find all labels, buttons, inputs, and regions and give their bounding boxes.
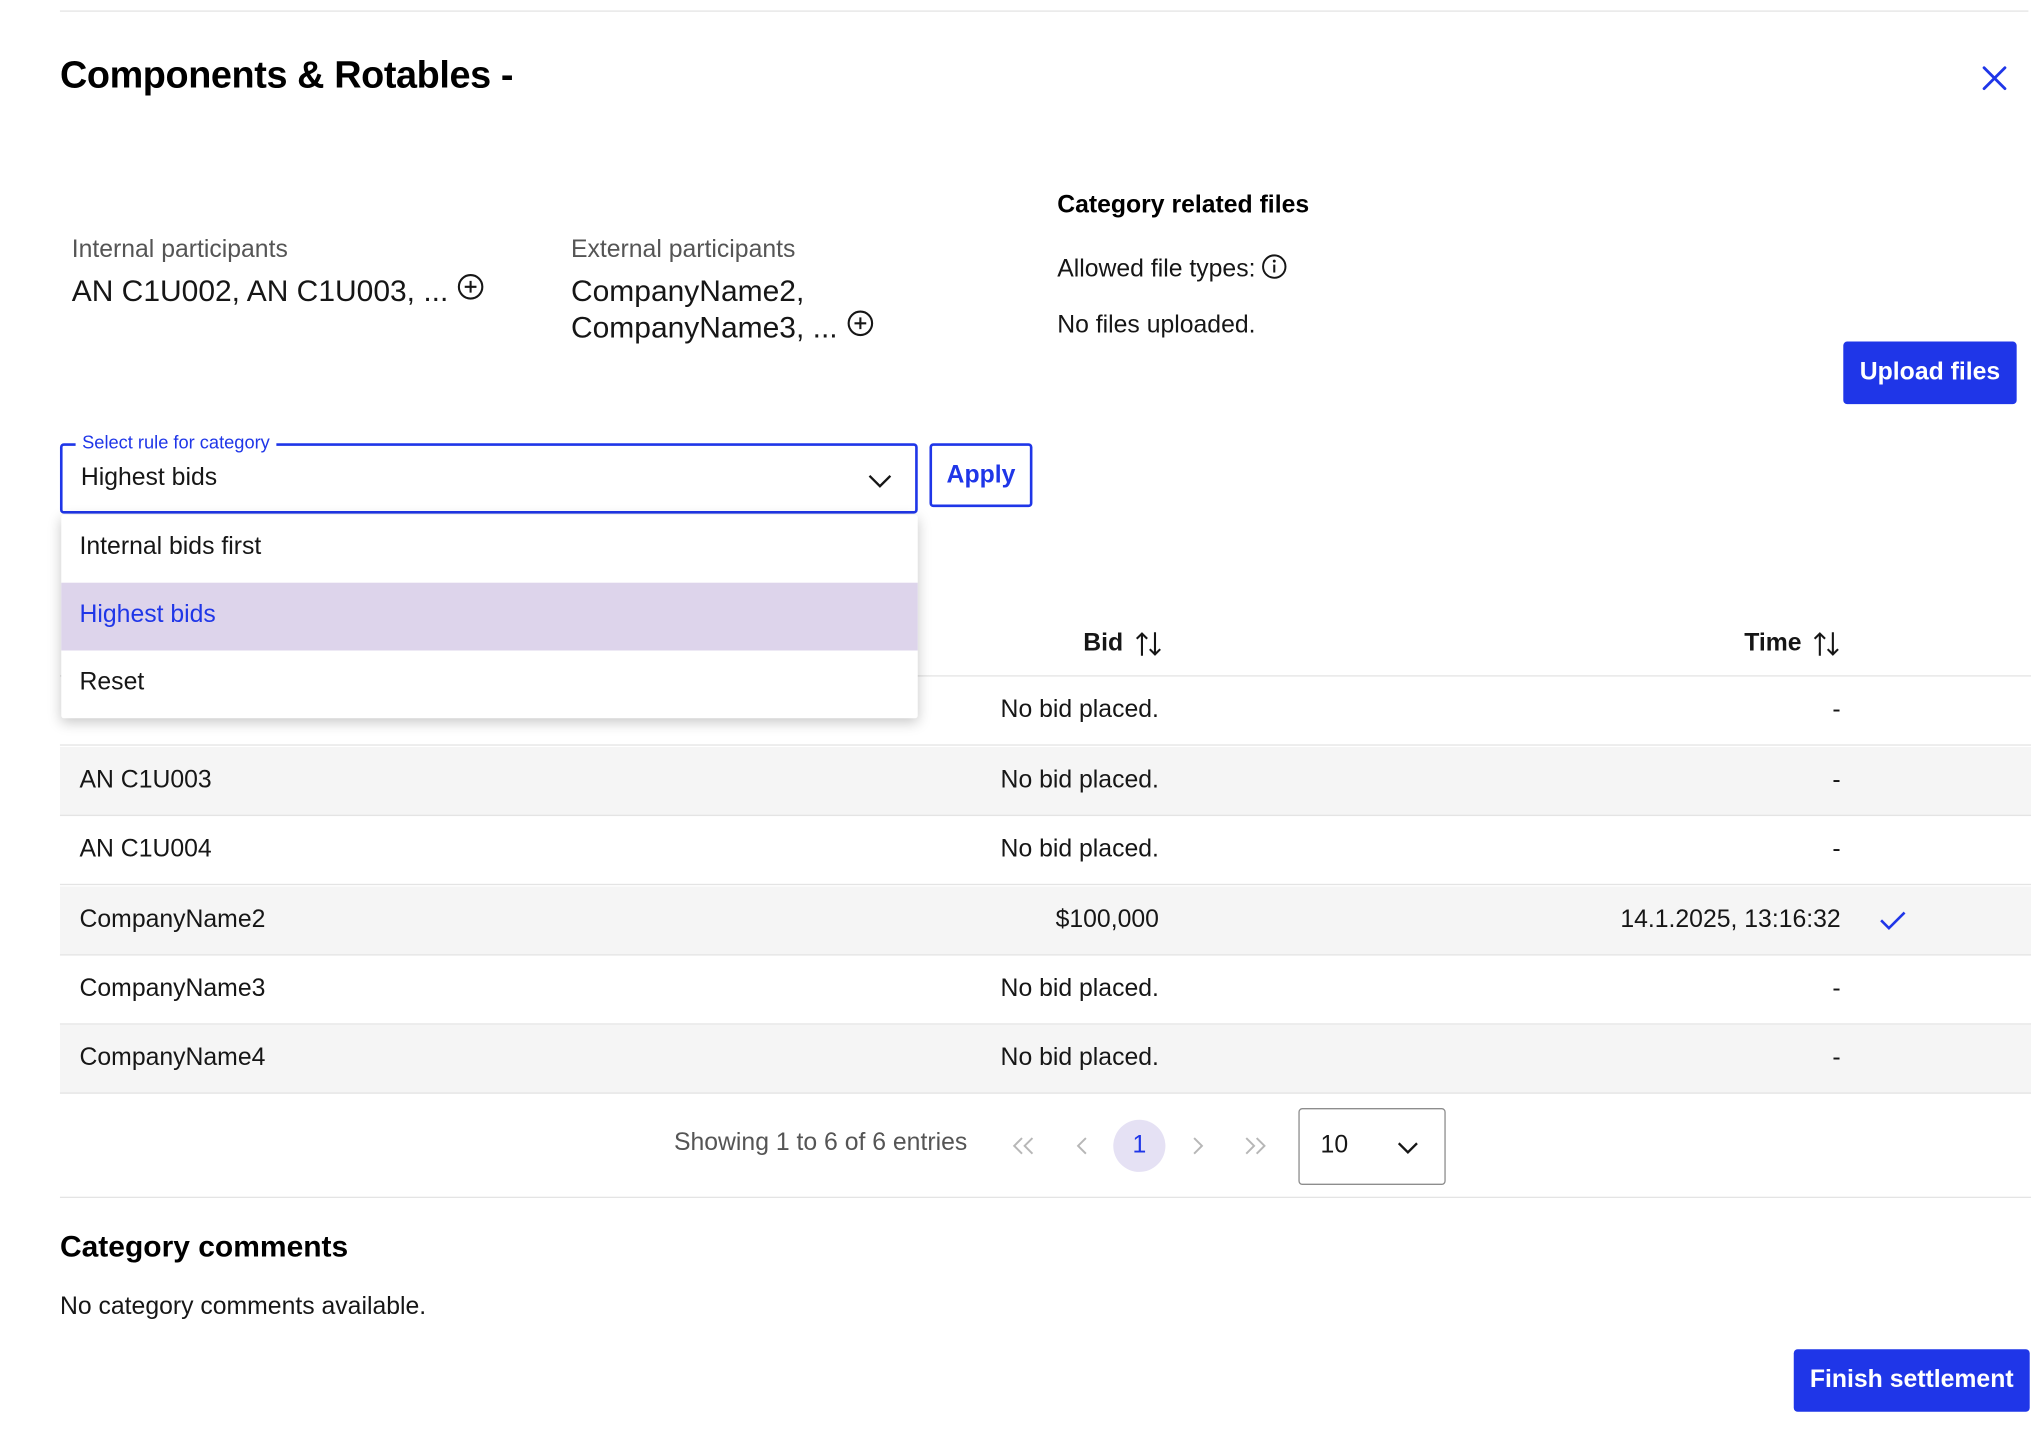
category-comments-heading: Category comments <box>59 1229 349 1264</box>
previous-page-icon[interactable] <box>1068 1132 1097 1161</box>
category-files-heading: Category related files <box>1057 191 1310 220</box>
last-page-icon[interactable] <box>1241 1132 1270 1161</box>
sort-icon <box>1813 632 1839 656</box>
row-participant: AN C1U003 <box>79 766 212 794</box>
finish-settlement-button[interactable]: Finish settlement <box>1793 1349 2030 1412</box>
row-bid: No bid placed. <box>1000 975 1159 1003</box>
add-internal-participant-button[interactable] <box>456 272 485 309</box>
row-time: 14.1.2025, 13:16:32 <box>1620 906 1841 934</box>
page-size-value: 10 <box>1320 1131 1349 1159</box>
column-header-bid-label: Bid <box>1083 629 1124 658</box>
row-participant: AN C1U004 <box>79 835 212 863</box>
row-participant: CompanyName3 <box>79 975 266 1003</box>
row-time: - <box>1832 1044 1841 1072</box>
first-page-icon[interactable] <box>1009 1132 1038 1161</box>
row-bid: No bid placed. <box>1000 696 1159 724</box>
dropdown-option-highest-bids[interactable]: Highest bids <box>61 582 918 651</box>
checkmark-icon <box>1880 911 1906 931</box>
top-divider <box>59 10 2029 12</box>
row-bid: No bid placed. <box>1000 835 1159 863</box>
row-bid: $100,000 <box>1055 906 1159 934</box>
allowed-file-types-label: Allowed file types: <box>1057 255 1256 283</box>
row-bid: No bid placed. <box>1000 766 1159 794</box>
add-external-participant-button[interactable] <box>845 309 874 346</box>
row-participant: CompanyName2 <box>79 906 266 934</box>
row-participant: CompanyName4 <box>79 1044 266 1072</box>
table-row[interactable]: AN C1U003 No bid placed. - <box>59 746 2032 817</box>
settlement-dialog: Components & Rotables - Internal partici… <box>0 0 2044 1432</box>
close-icon <box>1982 66 2007 91</box>
row-time: - <box>1832 696 1841 724</box>
internal-participants-text: AN C1U002, AN C1U003, ... <box>71 273 449 308</box>
external-participants-line1: CompanyName2, <box>570 273 805 308</box>
close-button[interactable] <box>1976 60 2013 97</box>
rule-select-legend: Select rule for category <box>75 431 277 453</box>
table-row[interactable]: CompanyName4 No bid placed. - <box>59 1024 2032 1094</box>
table-row[interactable]: AN C1U004 No bid placed. - <box>59 816 2032 886</box>
apply-button[interactable]: Apply <box>929 443 1033 508</box>
column-header-bid[interactable]: Bid <box>1083 628 1162 659</box>
chevron-down-icon <box>1397 1142 1418 1155</box>
internal-participants-label: Internal participants <box>71 235 288 264</box>
row-time: - <box>1832 975 1841 1003</box>
row-time: - <box>1832 766 1841 794</box>
rule-select[interactable]: Select rule for category Highest bids <box>59 431 918 514</box>
no-comments-text: No category comments available. <box>59 1293 427 1321</box>
next-page-icon[interactable] <box>1184 1132 1213 1161</box>
page-size-select[interactable]: 10 <box>1298 1108 1446 1185</box>
no-files-text: No files uploaded. <box>1057 311 1256 339</box>
row-bid: No bid placed. <box>1000 1044 1159 1072</box>
info-icon[interactable] <box>1261 254 1288 281</box>
row-time: - <box>1832 835 1841 863</box>
column-header-time[interactable]: Time <box>1744 628 1840 659</box>
internal-participants-value: AN C1U002, AN C1U003, ... <box>72 272 485 311</box>
rule-dropdown-menu: Internal bids first Highest bids Reset <box>61 514 918 719</box>
column-header-time-label: Time <box>1744 629 1802 658</box>
table-row-selected[interactable]: CompanyName2 $100,000 14.1.2025, 13:16:3… <box>59 886 2032 956</box>
external-participants-line2: CompanyName3, ... <box>570 310 838 345</box>
chevron-down-icon <box>868 474 892 488</box>
sort-icon <box>1135 632 1161 656</box>
table-bottom-divider <box>59 1196 2032 1199</box>
external-participants-value: CompanyName2, CompanyName3, ... <box>571 272 874 348</box>
rule-select-value: Highest bids <box>80 464 218 492</box>
external-participants-label: External participants <box>570 235 796 264</box>
table-row[interactable]: CompanyName3 No bid placed. - <box>59 956 2032 1025</box>
dropdown-option-reset[interactable]: Reset <box>61 650 917 718</box>
allowed-file-types: Allowed file types: <box>1057 254 1288 285</box>
dropdown-option-internal-bids-first[interactable]: Internal bids first <box>61 515 917 583</box>
plus-circle-icon <box>457 273 484 300</box>
pagination-summary: Showing 1 to 6 of 6 entries <box>673 1128 968 1157</box>
page-button-current[interactable]: 1 <box>1113 1119 1166 1172</box>
dialog-title: Components & Rotables - <box>59 54 514 97</box>
upload-files-button[interactable]: Upload files <box>1843 341 2017 405</box>
plus-circle-icon <box>846 310 873 336</box>
